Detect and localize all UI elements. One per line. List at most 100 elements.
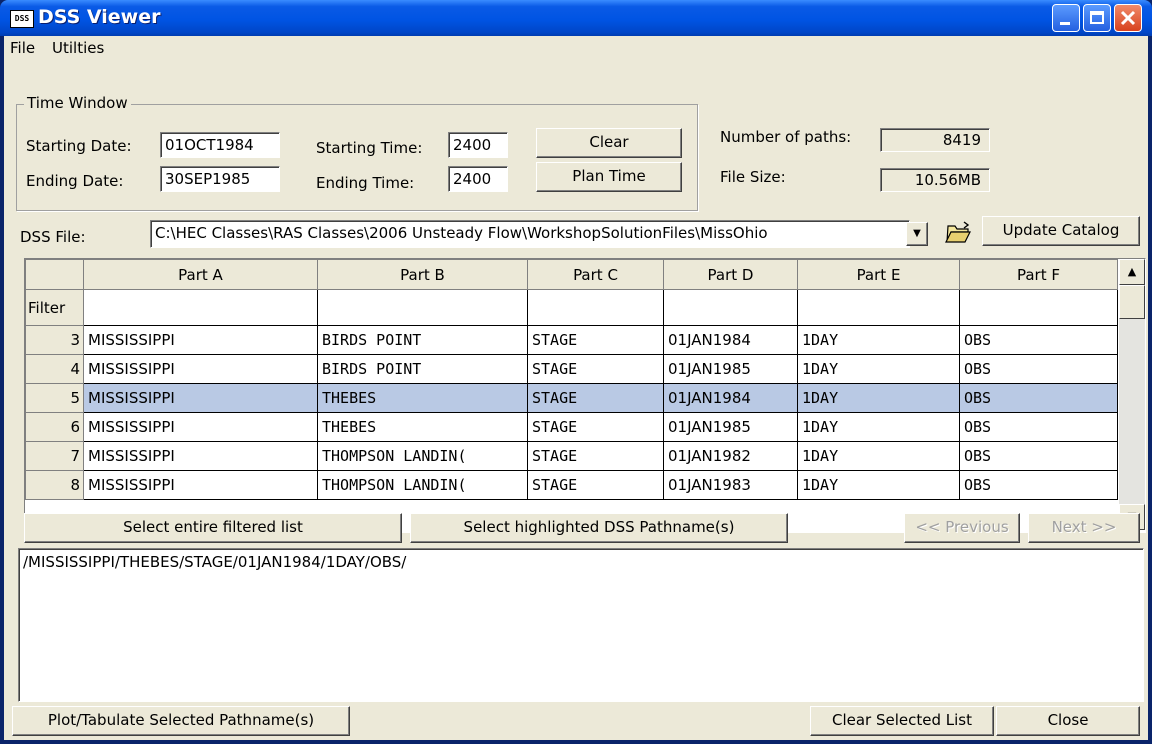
maximize-icon bbox=[1090, 11, 1104, 24]
open-folder-button[interactable] bbox=[942, 218, 974, 248]
table-row[interactable]: 7 MISSISSIPPI THOMPSON LANDIN( STAGE 01J… bbox=[25, 441, 1118, 471]
cell-part-b: BIRDS POINT bbox=[317, 325, 528, 355]
minimize-button[interactable] bbox=[1052, 4, 1080, 32]
cell-part-d: 01JAN1983 bbox=[663, 470, 798, 500]
dss-file-label: DSS File: bbox=[20, 228, 86, 246]
cell-part-b: THOMPSON LANDIN( bbox=[317, 470, 528, 500]
cell-part-a: MISSISSIPPI bbox=[83, 412, 318, 442]
plan-time-button[interactable]: Plan Time bbox=[536, 162, 682, 192]
scroll-up-button[interactable]: ▲ bbox=[1119, 259, 1145, 285]
arrow-up-icon: ▲ bbox=[1127, 265, 1137, 278]
filter-part-b-input[interactable] bbox=[317, 289, 528, 326]
column-header-part-c[interactable]: Part C bbox=[527, 259, 664, 290]
pathname-table: Part A Part B Part C Part D Part E Part … bbox=[25, 259, 1118, 500]
cell-part-e: 1DAY bbox=[797, 325, 960, 355]
clear-selected-list-button[interactable]: Clear Selected List bbox=[810, 706, 994, 736]
selected-pathname-item[interactable]: /MISSISSIPPI/THEBES/STAGE/01JAN1984/1DAY… bbox=[23, 553, 1139, 571]
filter-part-a-input[interactable] bbox=[83, 289, 318, 326]
plot-tabulate-button[interactable]: Plot/Tabulate Selected Pathname(s) bbox=[12, 706, 350, 736]
cell-part-a: MISSISSIPPI bbox=[83, 470, 318, 500]
cell-part-b: BIRDS POINT bbox=[317, 354, 528, 384]
title-bar[interactable]: DSS DSS Viewer bbox=[0, 0, 1152, 36]
filter-part-d-input[interactable] bbox=[663, 289, 798, 326]
cell-part-e: 1DAY bbox=[797, 383, 960, 413]
filter-part-c-input[interactable] bbox=[527, 289, 664, 326]
column-header-part-e[interactable]: Part E bbox=[797, 259, 960, 290]
selected-pathnames-list[interactable]: /MISSISSIPPI/THEBES/STAGE/01JAN1984/1DAY… bbox=[18, 548, 1144, 702]
filter-row: Filter bbox=[25, 289, 1118, 326]
filter-part-f-input[interactable] bbox=[959, 289, 1118, 326]
row-number: 8 bbox=[25, 470, 84, 500]
table-row[interactable]: 3 MISSISSIPPI BIRDS POINT STAGE 01JAN198… bbox=[25, 325, 1118, 355]
dss-viewer-window: DSS DSS Viewer File Utilties Time Window… bbox=[0, 0, 1152, 744]
starting-time-field[interactable]: 2400 bbox=[448, 132, 508, 158]
clear-button[interactable]: Clear bbox=[536, 128, 682, 158]
previous-button[interactable]: << Previous bbox=[904, 513, 1020, 543]
cell-part-d: 01JAN1985 bbox=[663, 354, 798, 384]
menu-utilities[interactable]: Utilties bbox=[52, 39, 104, 57]
cell-part-c: STAGE bbox=[527, 383, 664, 413]
maximize-button[interactable] bbox=[1083, 4, 1111, 32]
close-button[interactable]: Close bbox=[996, 706, 1140, 736]
table-row[interactable]: 8 MISSISSIPPI THOMPSON LANDIN( STAGE 01J… bbox=[25, 470, 1118, 500]
ending-time-field[interactable]: 2400 bbox=[448, 166, 508, 192]
cell-part-e: 1DAY bbox=[797, 470, 960, 500]
dss-app-icon: DSS bbox=[10, 10, 34, 28]
cell-part-e: 1DAY bbox=[797, 354, 960, 384]
table-row-selected[interactable]: 5 MISSISSIPPI THEBES STAGE 01JAN1984 1DA… bbox=[25, 383, 1118, 413]
column-header-part-f[interactable]: Part F bbox=[959, 259, 1118, 290]
column-header-part-b[interactable]: Part B bbox=[317, 259, 528, 290]
file-size-value: 10.56MB bbox=[880, 168, 990, 192]
cell-part-a: MISSISSIPPI bbox=[83, 383, 318, 413]
ending-date-label: Ending Date: bbox=[26, 172, 124, 190]
update-catalog-button[interactable]: Update Catalog bbox=[982, 216, 1140, 246]
cell-part-b: THOMPSON LANDIN( bbox=[317, 441, 528, 471]
row-number: 4 bbox=[25, 354, 84, 384]
table-row[interactable]: 4 MISSISSIPPI BIRDS POINT STAGE 01JAN198… bbox=[25, 354, 1118, 384]
cell-part-b: THEBES bbox=[317, 383, 528, 413]
grid-vertical-scrollbar[interactable]: ▲ ▼ bbox=[1119, 259, 1145, 530]
cell-part-d: 01JAN1984 bbox=[663, 383, 798, 413]
select-entire-filtered-list-button[interactable]: Select entire filtered list bbox=[24, 513, 402, 543]
filter-part-e-input[interactable] bbox=[797, 289, 960, 326]
chevron-down-icon: ▼ bbox=[913, 228, 921, 239]
row-number: 7 bbox=[25, 441, 84, 471]
cell-part-f: OBS bbox=[959, 441, 1118, 471]
row-number: 3 bbox=[25, 325, 84, 355]
grid-corner-cell bbox=[25, 259, 84, 290]
number-of-paths-value: 8419 bbox=[880, 128, 990, 152]
table-row[interactable]: 6 MISSISSIPPI THEBES STAGE 01JAN1985 1DA… bbox=[25, 412, 1118, 442]
row-number: 6 bbox=[25, 412, 84, 442]
cell-part-c: STAGE bbox=[527, 354, 664, 384]
cell-part-d: 01JAN1982 bbox=[663, 441, 798, 471]
number-of-paths-label: Number of paths: bbox=[720, 128, 852, 146]
close-window-button[interactable] bbox=[1114, 4, 1142, 32]
cell-part-f: OBS bbox=[959, 383, 1118, 413]
select-highlighted-pathnames-button[interactable]: Select highlighted DSS Pathname(s) bbox=[410, 513, 788, 543]
client-area: File Utilties Time Window Starting Date:… bbox=[4, 36, 1148, 740]
scroll-thumb[interactable] bbox=[1119, 285, 1145, 319]
ending-time-label: Ending Time: bbox=[316, 174, 415, 192]
cell-part-f: OBS bbox=[959, 354, 1118, 384]
filter-label: Filter bbox=[25, 289, 84, 326]
cell-part-a: MISSISSIPPI bbox=[83, 325, 318, 355]
starting-date-label: Starting Date: bbox=[26, 137, 132, 155]
cell-part-e: 1DAY bbox=[797, 412, 960, 442]
cell-part-d: 01JAN1984 bbox=[663, 325, 798, 355]
starting-date-field[interactable]: 01OCT1984 bbox=[160, 132, 280, 158]
pathname-grid: Part A Part B Part C Part D Part E Part … bbox=[24, 258, 1146, 533]
cell-part-d: 01JAN1985 bbox=[663, 412, 798, 442]
ending-date-field[interactable]: 30SEP1985 bbox=[160, 166, 280, 192]
dss-file-combo[interactable]: C:\HEC Classes\RAS Classes\2006 Unsteady… bbox=[150, 220, 910, 248]
menu-file[interactable]: File bbox=[10, 39, 35, 57]
cell-part-e: 1DAY bbox=[797, 441, 960, 471]
open-folder-icon bbox=[945, 221, 971, 243]
close-icon bbox=[1120, 10, 1136, 26]
dss-file-dropdown-button[interactable]: ▼ bbox=[906, 222, 928, 246]
column-header-part-d[interactable]: Part D bbox=[663, 259, 798, 290]
minimize-icon bbox=[1060, 22, 1070, 25]
next-button[interactable]: Next >> bbox=[1028, 513, 1140, 543]
time-window-legend: Time Window bbox=[24, 94, 131, 112]
cell-part-a: MISSISSIPPI bbox=[83, 441, 318, 471]
column-header-part-a[interactable]: Part A bbox=[83, 259, 318, 290]
